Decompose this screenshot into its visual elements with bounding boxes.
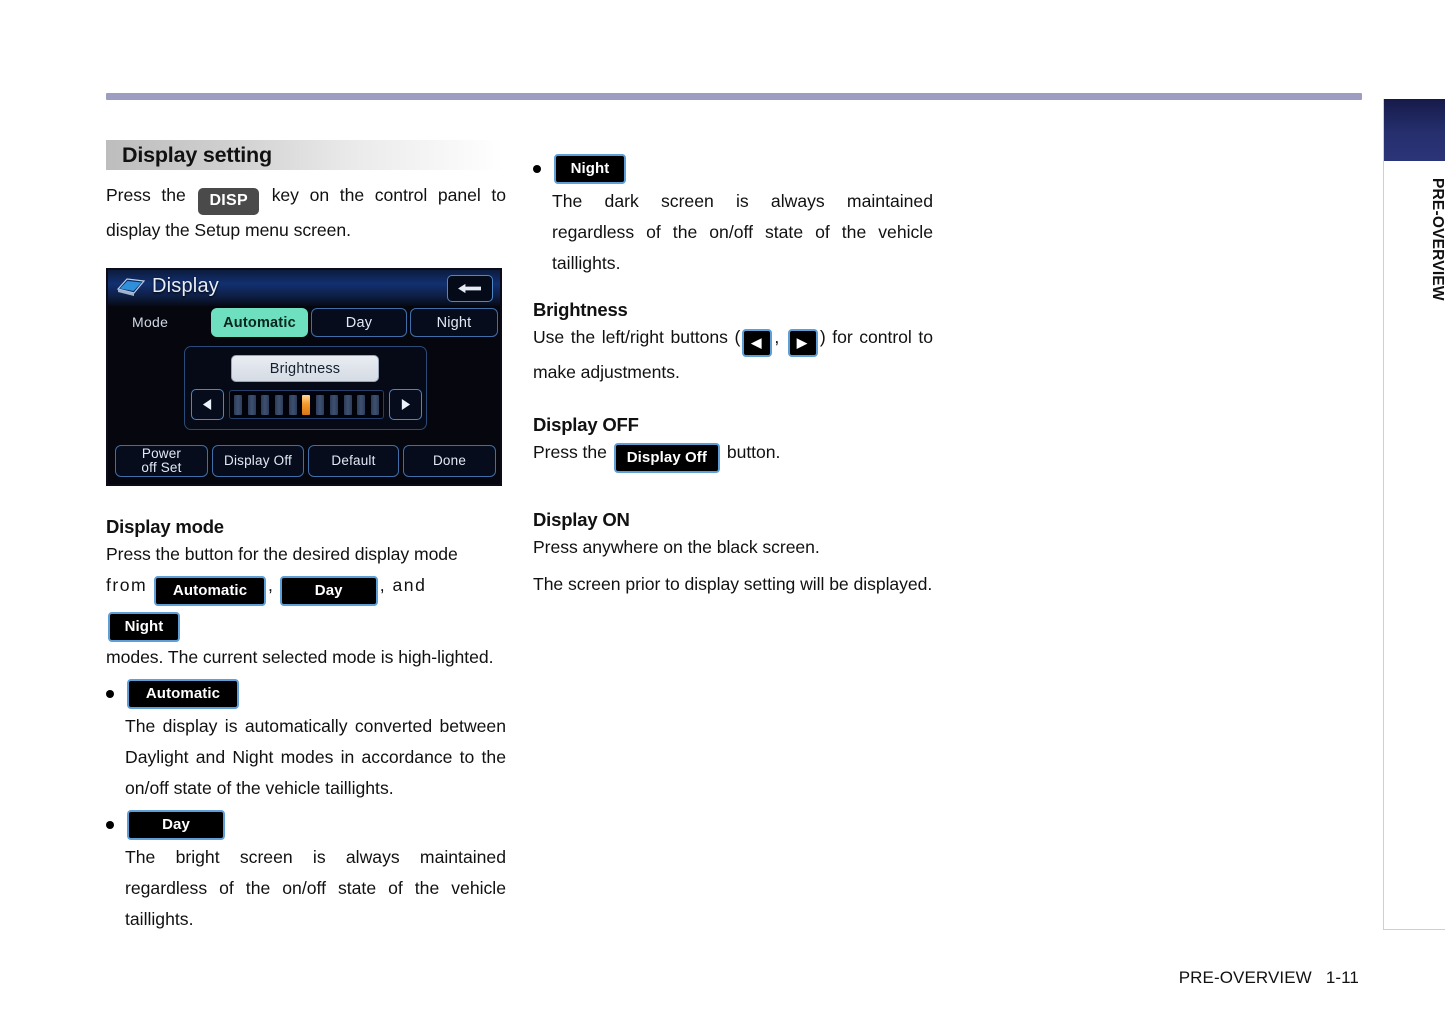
nav-brightness-bar-active xyxy=(302,394,311,415)
display-on-line-2: The screen prior to display setting will… xyxy=(533,574,933,594)
side-tab-label: PRE-OVERVIEW xyxy=(1429,178,1445,301)
bullet-day-text: The bright screen is always maintained r… xyxy=(125,847,506,929)
bullet-dot-icon xyxy=(106,690,114,698)
display-mode-text-1: Press the button for the desired display… xyxy=(106,544,458,564)
chip-night-inline[interactable]: Night xyxy=(108,612,180,642)
display-off-paragraph: Press the Display Off button. xyxy=(533,437,933,473)
bullet-night-text: The dark screen is always maintained reg… xyxy=(552,191,933,273)
nav-brightness-bar xyxy=(370,394,379,415)
bullet-automatic: Automatic xyxy=(106,679,506,709)
bullet-dot-icon xyxy=(106,821,114,829)
brightness-paragraph: Use the left/right buttons (◀, ▶) for co… xyxy=(533,322,933,388)
nav-display-off-button[interactable]: Display Off xyxy=(212,445,304,477)
nav-brightness-bar xyxy=(329,394,338,415)
display-off-text-after: button. xyxy=(726,442,781,462)
nav-mode-night-button[interactable]: Night xyxy=(410,308,498,337)
nav-brightness-panel: Brightness xyxy=(184,346,427,430)
display-mode-from: from xyxy=(106,575,148,595)
bullet-day: Day xyxy=(106,810,506,840)
nav-brightness-bar xyxy=(234,394,242,415)
nav-brightness-bar xyxy=(288,394,297,415)
footer-section-name: PRE-OVERVIEW xyxy=(1178,968,1312,987)
nav-power-off-set-label: Power off Set xyxy=(141,446,182,475)
nav-title-text: Display xyxy=(152,275,219,297)
intro-paragraph: Press the DISP key on the control panel … xyxy=(106,180,506,246)
brightness-text-before: Use the left/right buttons ( xyxy=(533,327,741,347)
footer-page-number: 1-11 xyxy=(1325,968,1359,987)
section-header-bar: Display setting xyxy=(106,140,504,170)
nav-default-button[interactable]: Default xyxy=(308,445,399,477)
bullet-dot-icon xyxy=(533,165,541,173)
nav-brightness-bar xyxy=(343,394,352,415)
nav-brightness-bar xyxy=(357,394,366,415)
heading-display-off: Display OFF xyxy=(533,414,639,435)
chip-night-bullet[interactable]: Night xyxy=(554,154,626,184)
page-top-rule xyxy=(106,93,1362,100)
display-mode-paragraph: Press the button for the desired display… xyxy=(106,539,506,673)
nav-brightness-bar xyxy=(275,394,284,415)
left-triangle-icon xyxy=(202,399,212,410)
nav-back-button[interactable] xyxy=(447,275,493,302)
left-column: Display setting Press the DISP key on th… xyxy=(106,140,506,935)
chip-day-bullet[interactable]: Day xyxy=(127,810,225,840)
chip-day-inline[interactable]: Day xyxy=(279,576,378,606)
heading-brightness: Brightness xyxy=(533,299,628,320)
nav-bottom-button-row: Power off Set Display Off Default Done xyxy=(108,445,500,477)
chip-automatic-bullet[interactable]: Automatic xyxy=(127,679,239,709)
back-arrow-icon xyxy=(458,283,481,294)
display-monitor-icon xyxy=(116,278,146,296)
heading-display-on: Display ON xyxy=(533,509,630,530)
right-triangle-icon xyxy=(401,399,411,410)
chip-right-arrow-inline[interactable]: ▶ xyxy=(787,329,818,357)
display-mode-text-2: modes. The current selected mode is high… xyxy=(106,647,494,667)
nav-mode-label: Mode xyxy=(132,314,169,330)
display-on-line-1: Press anywhere on the black screen. xyxy=(533,537,820,557)
side-tab: PRE-OVERVIEW xyxy=(1383,99,1445,930)
nav-mode-row: Mode Automatic Day Night xyxy=(108,308,500,338)
page-footer: PRE-OVERVIEW 1-11 xyxy=(1179,968,1359,988)
page-title: Display setting xyxy=(122,142,272,167)
display-off-text-before: Press the xyxy=(533,442,607,462)
intro-text-before: Press the xyxy=(106,185,186,205)
chip-left-arrow-inline[interactable]: ◀ xyxy=(742,329,773,357)
nav-brightness-bar-track[interactable] xyxy=(229,390,384,419)
nav-brightness-increase-button[interactable] xyxy=(389,389,422,420)
nav-done-button[interactable]: Done xyxy=(403,445,496,477)
heading-display-mode: Display mode xyxy=(106,516,224,537)
bullet-automatic-text: The display is automatically converted b… xyxy=(125,716,506,798)
bullet-night: Night xyxy=(533,154,933,184)
chip-display-off-inline[interactable]: Display Off xyxy=(613,443,721,473)
nav-brightness-label: Brightness xyxy=(231,355,379,382)
nav-brightness-bar xyxy=(247,394,256,415)
disp-key-chip[interactable]: DISP xyxy=(198,188,259,215)
manual-page: Display setting Press the DISP key on th… xyxy=(0,0,1445,1025)
nav-brightness-bar xyxy=(261,394,270,415)
nav-brightness-bar xyxy=(316,394,325,415)
display-setup-screenshot: Display Mode Automatic Day Night Brightn… xyxy=(106,268,502,486)
nav-mode-automatic-button[interactable]: Automatic xyxy=(211,308,308,337)
nav-brightness-decrease-button[interactable] xyxy=(191,389,224,420)
display-mode-and: , and xyxy=(379,575,427,595)
brightness-separator: , xyxy=(774,327,780,347)
right-column: Night The dark screen is always maintain… xyxy=(533,140,933,606)
nav-power-off-set-button[interactable]: Power off Set xyxy=(115,445,208,477)
side-tab-color-block xyxy=(1384,99,1445,161)
nav-mode-day-button[interactable]: Day xyxy=(311,308,407,337)
display-mode-comma: , xyxy=(268,575,273,595)
chip-automatic-inline[interactable]: Automatic xyxy=(154,576,267,606)
